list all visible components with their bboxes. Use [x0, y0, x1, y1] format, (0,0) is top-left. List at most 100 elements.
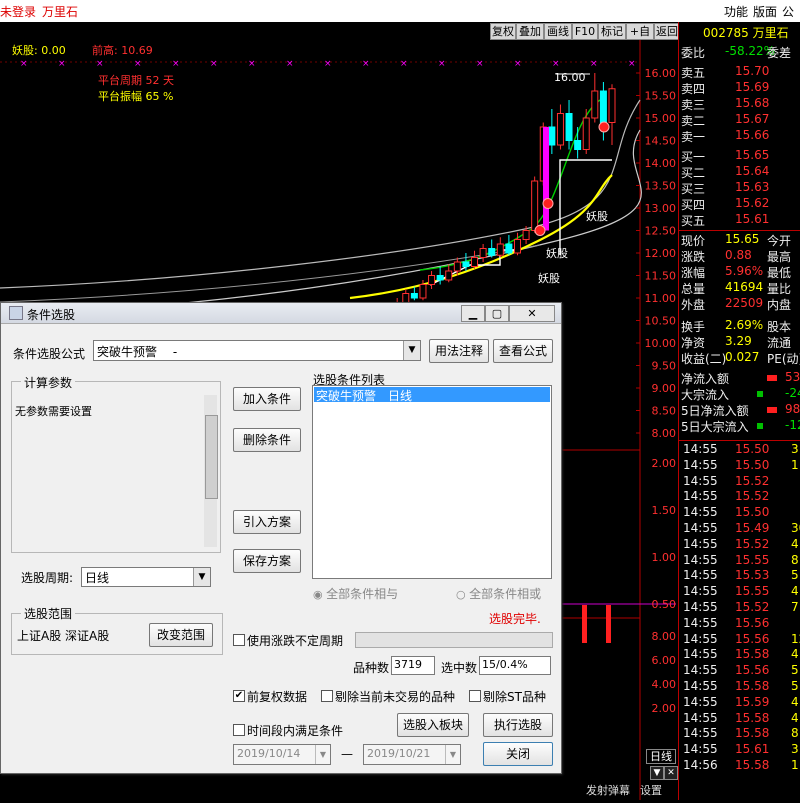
menu-layout[interactable]: 版面 [753, 3, 777, 20]
tick-time: 14:55 [683, 489, 718, 504]
signal-marker: × [96, 59, 104, 69]
settings-tab[interactable]: 设置 [640, 782, 662, 798]
vol-tick-label: 0.50 [652, 598, 677, 611]
login-status[interactable]: 未登录 [0, 3, 36, 20]
add-favorite-button[interactable]: +自选 [626, 23, 654, 53]
tick-row: 14:55 15.56 12 [679, 632, 800, 648]
candle-body [453, 261, 461, 272]
tick-price: 15.58 [735, 647, 770, 662]
signal-marker: × [248, 59, 256, 69]
usage-notes-button[interactable]: 用法注释 [429, 339, 489, 363]
change-range-button[interactable]: 改变范围 [149, 623, 213, 647]
status-text: 选股完毕. [489, 612, 541, 626]
buy-label: 买二 [681, 166, 706, 180]
scrollbar-thumb[interactable] [205, 415, 218, 499]
buy-row: 买一 15.65 [679, 148, 800, 164]
add-to-board-button[interactable]: 选股入板块 [397, 713, 469, 737]
params-scrollbar[interactable] [204, 395, 218, 547]
f10-button[interactable]: F10 [572, 23, 598, 40]
chevron-down-icon[interactable]: ▼ [315, 745, 330, 764]
tick-row: 14:55 15.52 7 [679, 600, 800, 616]
flow-label: 5日大宗流入 [681, 420, 749, 434]
tick-time: 14:55 [683, 552, 718, 567]
signal-marker: × [438, 59, 446, 69]
minimize-icon[interactable]: ▁ [461, 305, 485, 322]
buy-label: 买五 [681, 214, 706, 228]
chevron-down-icon[interactable]: ▼ [445, 745, 460, 764]
price-tick-label: 10.50 [645, 315, 677, 328]
menu-function[interactable]: 功能 [724, 3, 748, 20]
radio-and[interactable]: ◉ 全部条件相与 [313, 585, 398, 602]
draw-line-button[interactable]: 画线 [544, 23, 572, 40]
delete-condition-button[interactable]: 删除条件 [233, 428, 301, 452]
tick-row: 14:55 15.58 4 [679, 647, 800, 663]
app-icon [9, 306, 23, 320]
info-value: 41694 [725, 280, 764, 294]
save-scheme-button[interactable]: 保存方案 [233, 549, 301, 573]
exclude-suspended-checkbox[interactable] [321, 690, 333, 702]
formula-select[interactable]: 突破牛预警 - ▼ [93, 340, 421, 361]
sell-label: 卖三 [681, 98, 706, 112]
signal-marker: × [476, 59, 484, 69]
tick-time: 14:55 [683, 457, 718, 472]
chevron-down-icon[interactable]: ▼ [193, 568, 210, 586]
tick-row: 14:55 15.58 5 [679, 679, 800, 695]
price-tick-label: 16.00 [645, 67, 677, 80]
danmaku-tab[interactable]: 发射弹幕 [586, 782, 630, 798]
close-button[interactable]: 关闭 [483, 742, 553, 766]
back-button[interactable]: 返回 [654, 23, 680, 40]
execute-screen-button[interactable]: 执行选股 [483, 713, 553, 737]
tick-price: 15.52 [735, 489, 770, 504]
candle-body [531, 180, 539, 231]
tick-time: 14:55 [683, 521, 718, 535]
lower-tick-label: 4.00 [652, 678, 677, 691]
view-formula-button[interactable]: 查看公式 [493, 339, 553, 363]
close-icon[interactable]: ✕ [664, 766, 678, 780]
sell-label: 卖四 [681, 82, 706, 96]
period-select[interactable]: 日线 ▼ [81, 567, 211, 587]
tick-row: 14:56 15.58 1 [679, 758, 800, 774]
lower-tick-label: 6.00 [652, 654, 677, 667]
period-tab[interactable]: 日线 [646, 749, 676, 764]
price-tick-label: 12.00 [645, 247, 677, 260]
flow-row: 5日大宗流入 -12 [679, 418, 800, 434]
import-scheme-button[interactable]: 引入方案 [233, 510, 301, 534]
overlay-button[interactable]: 叠加 [516, 23, 544, 40]
tick-price: 15.58 [735, 710, 770, 725]
chevron-down-icon[interactable]: ▼ [650, 766, 664, 780]
adjust-button[interactable]: 复权 [490, 23, 516, 40]
date-from-field[interactable]: 2019/10/14 ▼ [233, 744, 331, 765]
vol-tick-label: 1.00 [652, 551, 677, 564]
signal-ball [534, 225, 546, 236]
signal-marker: × [172, 59, 180, 69]
maximize-icon[interactable]: ▢ [485, 305, 509, 322]
info-label-2: 内盘 [767, 298, 792, 312]
tick-price: 15.58 [735, 726, 770, 741]
candle-body [548, 126, 556, 146]
tick-row: 14:55 15.55 4 [679, 584, 800, 600]
pre-adjust-checkbox[interactable]: ✔ [233, 690, 245, 702]
add-condition-button[interactable]: 加入条件 [233, 387, 301, 411]
dialog-titlebar[interactable]: 条件选股 ▁ ▢ ✕ [1, 303, 561, 324]
tick-row: 14:55 15.52 [679, 489, 800, 505]
weicha-label: 委差 [767, 46, 792, 60]
exclude-st-checkbox[interactable] [469, 690, 481, 702]
mark-button[interactable]: 标记 [598, 23, 626, 40]
price-tick-label: 11.50 [645, 270, 677, 283]
close-icon[interactable]: ✕ [509, 305, 555, 322]
uncertain-cycle-checkbox[interactable] [233, 634, 245, 646]
candle-body [556, 113, 564, 146]
tick-row: 14:55 15.56 [679, 616, 800, 632]
flow-value: 981 [785, 402, 800, 416]
info-label: 涨跌 [681, 250, 706, 264]
condition-list[interactable]: 突破牛预警 日线 [312, 385, 552, 579]
radio-or[interactable]: ○ 全部条件相或 [456, 585, 541, 602]
tick-volume: 4 [791, 694, 799, 709]
buy-price: 15.62 [735, 196, 770, 210]
chevron-down-icon[interactable]: ▼ [403, 341, 420, 360]
time-range-checkbox[interactable] [233, 724, 245, 736]
date-to-field[interactable]: 2019/10/21 ▼ [363, 744, 461, 765]
info-label-2: PE(动) [767, 352, 800, 366]
condition-list-item[interactable]: 突破牛预警 日线 [314, 387, 550, 403]
info-row: 涨幅 5.96% 最低 [679, 264, 800, 280]
